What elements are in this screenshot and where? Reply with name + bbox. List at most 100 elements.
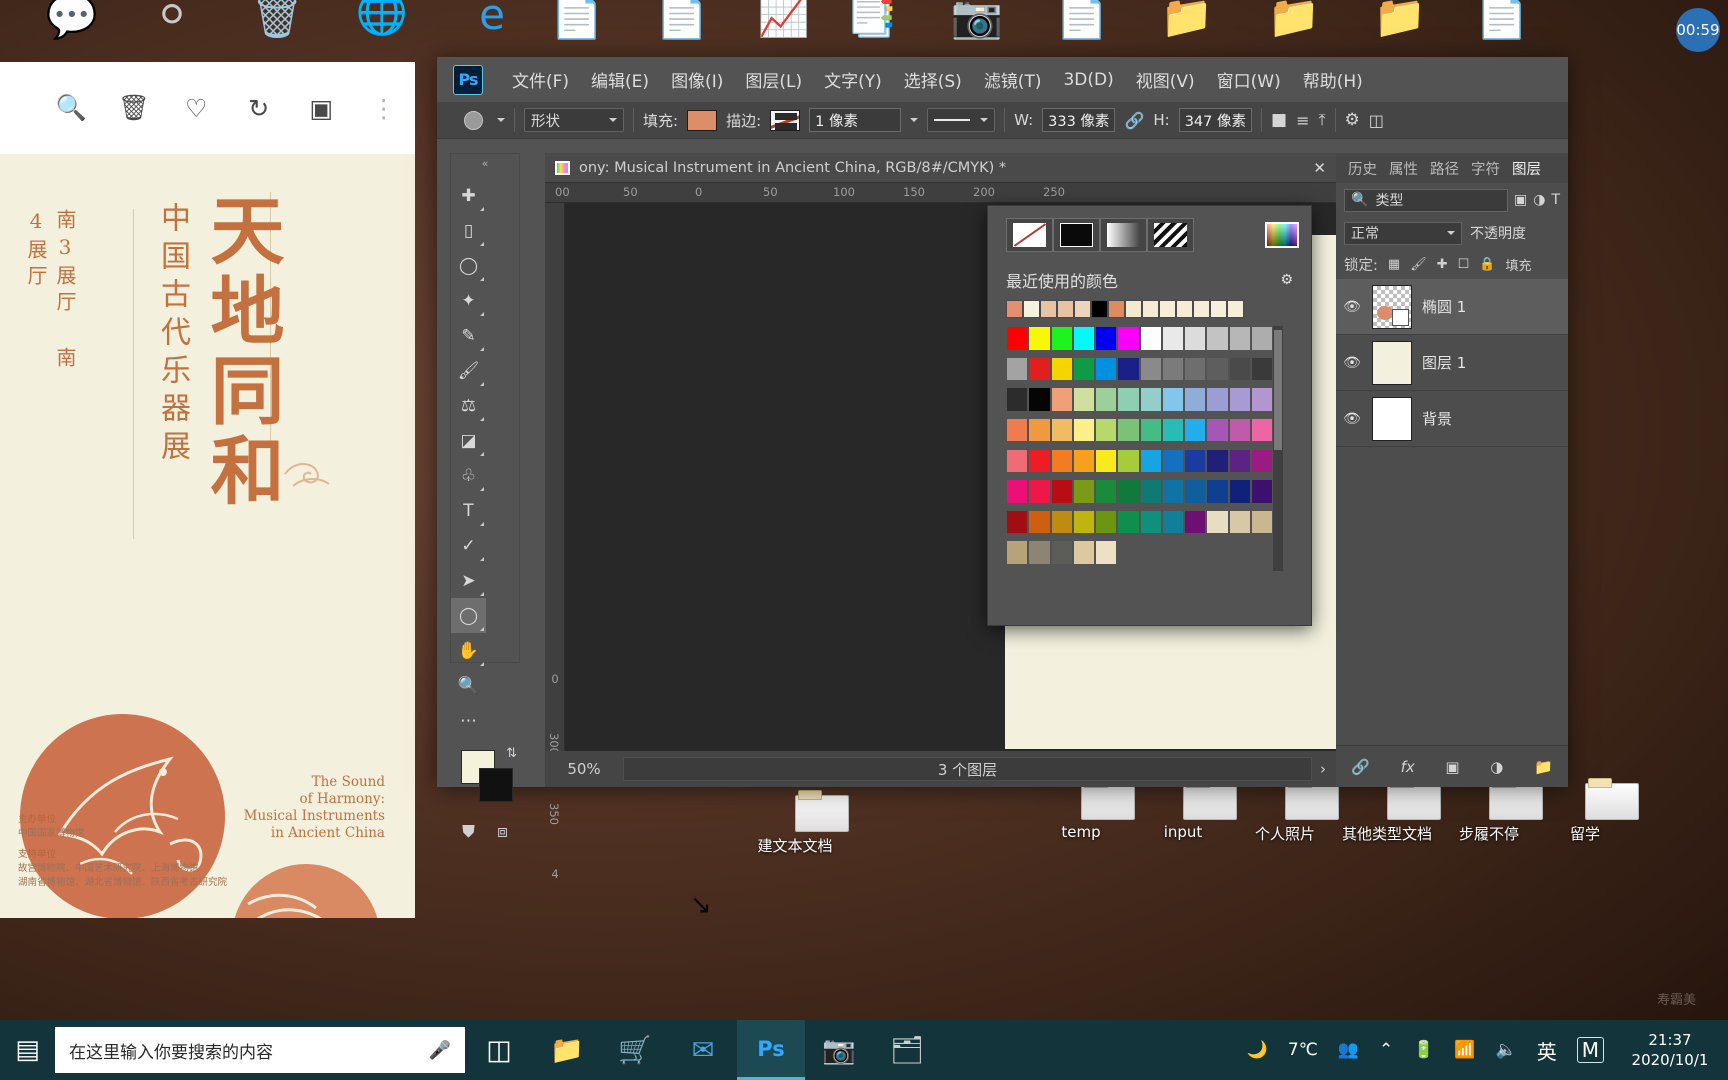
recent-color-swatch-1[interactable] [1023,300,1040,318]
eyedropper-icon[interactable]: ✎ [451,318,486,353]
adjustment-layer-icon[interactable]: ◑ [1490,758,1503,776]
file-explorer-icon[interactable]: 📁 [533,1020,601,1080]
color-swatch-7[interactable] [1161,326,1184,351]
color-swatch-21[interactable] [1206,356,1229,382]
color-swatch-76[interactable] [1095,509,1118,535]
menu-window[interactable]: 窗口(W) [1206,63,1292,96]
menu-select[interactable]: 选择(S) [893,63,973,96]
pattern-fill-icon[interactable] [1147,218,1194,252]
color-swatch-87[interactable] [1072,540,1095,565]
chevron-up-icon[interactable]: ⌃ [1379,1040,1393,1060]
desktop-icon-folder1[interactable]: 📁 [1155,0,1219,54]
color-swatch-79[interactable] [1161,509,1184,535]
no-fill-icon[interactable] [1006,218,1053,252]
color-swatch-68[interactable] [1184,479,1207,504]
color-swatch-61[interactable] [1028,479,1051,504]
more-tools-icon[interactable]: ⋯ [451,703,486,738]
color-swatch-50[interactable] [1050,448,1073,473]
white-thumb[interactable] [1372,396,1412,441]
paint-bucket-icon[interactable]: ♧ [451,458,486,493]
store-icon[interactable]: 🛒 [601,1020,669,1080]
color-picker-icon[interactable] [1265,222,1299,248]
lock-image-icon[interactable]: 🖌 [1410,257,1427,272]
color-swatch-67[interactable] [1161,479,1184,504]
recent-color-swatch-10[interactable] [1176,300,1193,318]
ime-label[interactable]: 英 [1537,1036,1557,1065]
recent-color-swatch-6[interactable] [1108,300,1125,318]
lasso-tool-icon[interactable]: ◯ [451,248,486,283]
recent-color-swatch-4[interactable] [1074,300,1091,318]
color-swatch-25[interactable] [1028,387,1051,412]
color-swatch-59[interactable] [1250,448,1273,473]
recent-color-swatch-8[interactable] [1142,300,1159,318]
lock-transparent-icon[interactable]: ▦ [1388,257,1400,272]
lock-position-icon[interactable]: ✚ [1437,257,1448,272]
menu-layer[interactable]: 图层(L) [734,63,813,96]
tab-character[interactable]: 字符 [1471,158,1500,179]
color-swatch-34[interactable] [1228,387,1251,412]
color-swatch-54[interactable] [1139,448,1162,473]
rotate-icon[interactable]: ↻ [228,94,291,123]
task-view-icon[interactable]: ◫ [465,1020,533,1080]
color-swatch-72[interactable] [1006,509,1029,535]
fill-color-swatch[interactable] [687,109,718,131]
color-swatch-44[interactable] [1184,417,1207,443]
stroke-width-chevron-down-icon[interactable] [910,118,919,122]
color-swatch-75[interactable] [1072,509,1095,535]
trash-icon[interactable]: 🗑 [103,93,166,123]
layer-visibility-icon[interactable]: 👁 [1342,355,1362,371]
desktop-folder-0[interactable]: 建文本文档 [740,790,850,856]
clone-stamp-icon[interactable]: ⚖ [451,388,486,423]
photos-icon[interactable]: 📷 [805,1020,873,1080]
desktop-icon-pdf[interactable]: 📄 [1470,0,1534,54]
path-operations-icon[interactable]: ■ [1271,110,1287,130]
color-swatch-38[interactable] [1050,417,1073,443]
zoom-tool-icon[interactable]: 🔍 [451,668,486,703]
color-swatch-3[interactable] [1072,326,1095,351]
layer-visibility-icon[interactable]: 👁 [1342,299,1362,315]
type-filter-icon[interactable]: T [1551,192,1560,208]
color-swatch-41[interactable] [1117,417,1140,443]
path-align-icon[interactable]: ≡ [1296,111,1309,130]
desktop-icon-edge[interactable]: e [460,0,524,52]
menu-filter[interactable]: 滤镜(T) [973,63,1053,96]
layer-mask-icon[interactable]: ▣ [1445,758,1459,776]
recent-color-swatch-9[interactable] [1159,300,1176,318]
mail-icon[interactable]: ✉ [669,1020,737,1080]
color-swatch-1[interactable] [1028,326,1051,351]
color-swatch-31[interactable] [1161,387,1184,412]
menu-view[interactable]: 视图(V) [1125,63,1206,96]
desktop-icon-excel[interactable]: 📈 [752,0,816,52]
layer-filter-select[interactable]: 🔍 类型 [1344,188,1508,212]
desktop-icon-recycle[interactable]: 🗑 [245,0,309,54]
gradient-fill-icon[interactable] [1100,218,1147,252]
color-swatch-35[interactable] [1250,387,1273,412]
fx-icon[interactable]: fx [1401,758,1415,776]
healing-brush-icon[interactable]: 🖌 [451,353,486,388]
moon-icon[interactable]: 🌙 [1247,1040,1268,1060]
color-swatch-24[interactable] [1006,387,1029,412]
tab-layers[interactable]: 图层 [1512,158,1541,179]
color-swatch-19[interactable] [1161,356,1184,382]
people-icon[interactable]: 👥 [1338,1040,1359,1060]
color-swatch-71[interactable] [1250,479,1273,504]
menu-3d[interactable]: 3D(D) [1052,66,1124,94]
color-swatch-28[interactable] [1095,387,1118,412]
gear-icon[interactable]: ⚙ [1280,272,1293,288]
recent-color-swatch-5[interactable] [1091,300,1108,318]
recent-color-swatch-7[interactable] [1125,300,1142,318]
recent-color-swatch-2[interactable] [1040,300,1057,318]
windows-start-icon[interactable]: ▤ [0,1035,55,1065]
link-icon[interactable]: 🔗 [1124,111,1144,130]
color-swatch-83[interactable] [1250,509,1273,535]
magic-wand-icon[interactable]: ✦ [451,283,486,318]
solid-thumb[interactable] [1372,340,1412,385]
link-layers-icon[interactable]: 🔗 [1351,758,1370,776]
menu-help[interactable]: 帮助(H) [1292,63,1374,96]
color-swatch-63[interactable] [1072,479,1095,504]
palette-collapse-icon[interactable]: « [451,154,519,172]
color-swatch-47[interactable] [1250,417,1273,443]
color-swatch-16[interactable] [1095,356,1118,382]
color-swatch-80[interactable] [1184,509,1207,535]
menu-edit[interactable]: 编辑(E) [580,63,660,96]
